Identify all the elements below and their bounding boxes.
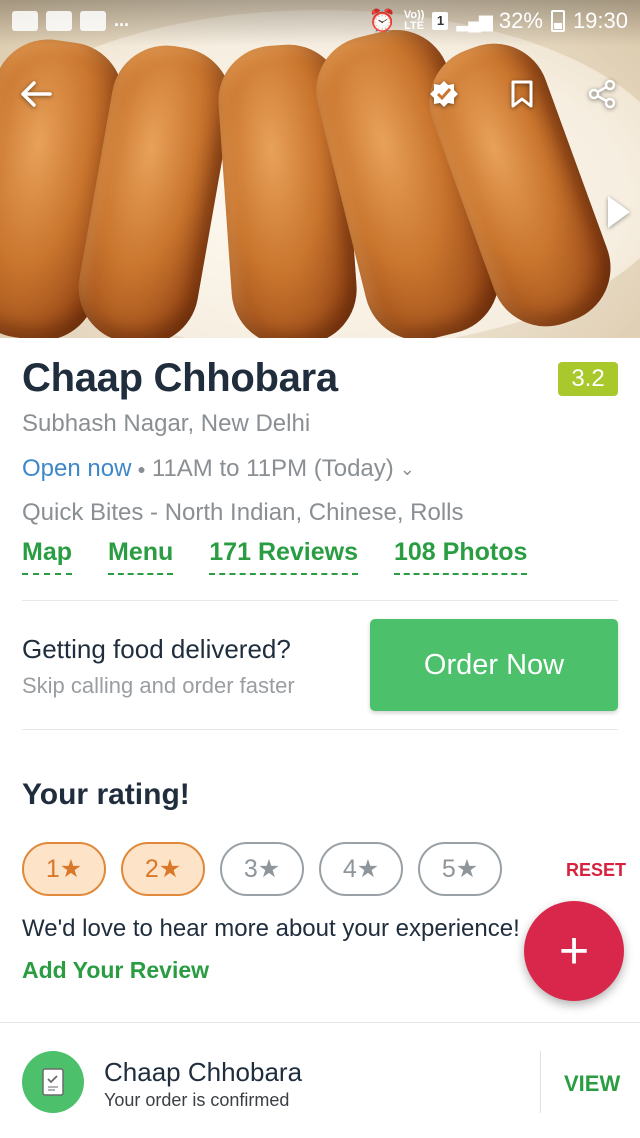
hero-food-photo[interactable]: ... ⏰ Vo)) LTE 1 ▂▄▆ 32% 19:30 (0, 0, 640, 338)
view-order-button[interactable]: VIEW (564, 1071, 620, 1097)
cuisines: Quick Bites - North Indian, Chinese, Rol… (22, 499, 464, 526)
photos-link[interactable]: 108 Photos (394, 538, 528, 575)
star-option-1[interactable]: 1★ (22, 842, 106, 896)
map-link[interactable]: Map (22, 538, 72, 575)
rating-badge[interactable]: 3.2 (558, 362, 618, 396)
bookmark-button[interactable] (500, 72, 544, 116)
order-status-bar[interactable]: Chaap Chhobara Your order is confirmed V… (0, 1022, 640, 1138)
alarm-icon: ⏰ (368, 8, 396, 33)
reviews-link[interactable]: 171 Reviews (209, 538, 358, 575)
locality: Subhash Nagar, New Delhi (22, 410, 311, 437)
divider (22, 729, 618, 730)
reset-button[interactable]: RESET (566, 860, 626, 881)
star-option-2[interactable]: 2★ (121, 842, 205, 896)
divider (540, 1051, 541, 1113)
status-bar: ... ⏰ Vo)) LTE 1 ▂▄▆ 32% 19:30 (0, 0, 640, 46)
add-fab-button[interactable]: + (524, 901, 624, 1001)
battery-icon (550, 10, 565, 32)
divider (22, 600, 618, 601)
next-photo-icon[interactable] (608, 196, 630, 228)
clock: 19:30 (572, 8, 628, 33)
order-status-text: Your order is confirmed (104, 1090, 290, 1110)
gallery-icon (12, 10, 38, 31)
delivery-subtitle: Skip calling and order faster (22, 673, 295, 698)
order-now-button[interactable]: Order Now (370, 619, 618, 711)
signal-icon: ▂▄▆ (456, 10, 492, 31)
share-icon (588, 79, 616, 109)
review-prompt: We'd love to hear more about your experi… (22, 915, 520, 942)
star-option-3[interactable]: 3★ (220, 842, 304, 896)
plus-icon: + (558, 922, 590, 980)
receipt-icon (22, 1051, 84, 1113)
sim-icon: 1 (432, 12, 449, 30)
star-rating-selector: 1★ 2★ 3★ 4★ 5★ (22, 842, 502, 896)
volte-icon: Vo)) LTE (403, 9, 425, 32)
restaurant-name: Chaap Chhobara (22, 356, 338, 400)
add-review-link[interactable]: Add Your Review (22, 957, 209, 984)
video-icon (80, 10, 106, 31)
open-status: Open now (22, 455, 132, 482)
info-links: Map Menu 171 Reviews 108 Photos (22, 538, 563, 575)
chevron-down-icon[interactable]: ⌄ (400, 459, 415, 480)
notification-icons: ... (12, 10, 129, 31)
bookmark-icon (511, 80, 533, 108)
more-notifications-icon: ... (114, 10, 130, 30)
hours-text: 11AM to 11PM (Today) (151, 455, 394, 482)
been-here-button[interactable] (422, 72, 466, 116)
delivery-title: Getting food delivered? (22, 634, 291, 664)
separator-dot: ● (137, 461, 146, 477)
opening-hours[interactable]: Open now ● 11AM to 11PM (Today) ⌄ (22, 455, 415, 483)
back-arrow-icon (21, 81, 52, 107)
verified-check-icon (430, 81, 458, 107)
star-option-4[interactable]: 4★ (319, 842, 403, 896)
order-restaurant-name: Chaap Chhobara (104, 1057, 303, 1087)
star-option-5[interactable]: 5★ (418, 842, 502, 896)
menu-link[interactable]: Menu (108, 538, 174, 575)
battery-percent: 32% (498, 8, 543, 33)
system-icons: ⏰ Vo)) LTE 1 ▂▄▆ 32% 19:30 (368, 8, 628, 34)
your-rating-title: Your rating! (22, 778, 190, 811)
back-button[interactable] (14, 72, 58, 116)
app-icon (46, 10, 72, 31)
share-button[interactable] (580, 72, 624, 116)
